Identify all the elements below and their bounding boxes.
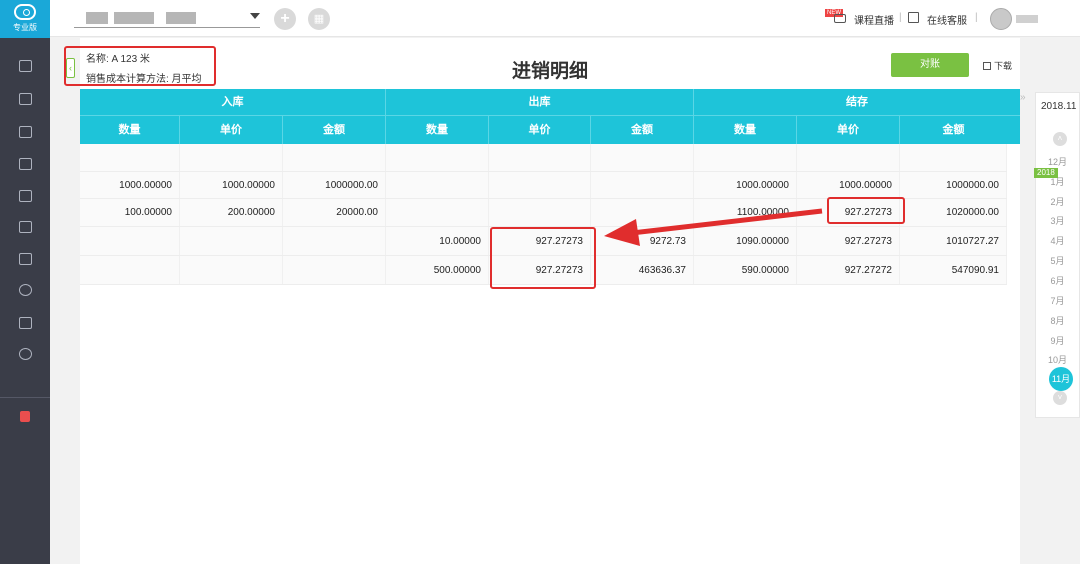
current-period: 2018.11	[1041, 101, 1077, 112]
chevron-down-icon[interactable]: ˅	[1053, 391, 1067, 405]
month-item[interactable]: 2月	[1035, 195, 1080, 208]
month-item[interactable]: 4月	[1035, 234, 1080, 247]
month-item[interactable]: 9月	[1035, 334, 1080, 347]
month-item[interactable]: 8月	[1035, 314, 1080, 327]
month-item[interactable]: 7月	[1035, 294, 1080, 307]
month-item[interactable]: 12月	[1035, 155, 1080, 168]
year-badge: 2018	[1034, 168, 1058, 178]
arrow-annotation	[604, 208, 823, 246]
month-item-active[interactable]: 11月	[1049, 367, 1073, 391]
month-item[interactable]: 10月	[1035, 353, 1080, 366]
chevron-up-icon[interactable]: ˄	[1053, 132, 1067, 146]
collapse-icon[interactable]: »	[1020, 92, 1026, 103]
month-item[interactable]: 3月	[1035, 214, 1080, 227]
month-item[interactable]: 5月	[1035, 254, 1080, 267]
month-item[interactable]: 6月	[1035, 274, 1080, 287]
